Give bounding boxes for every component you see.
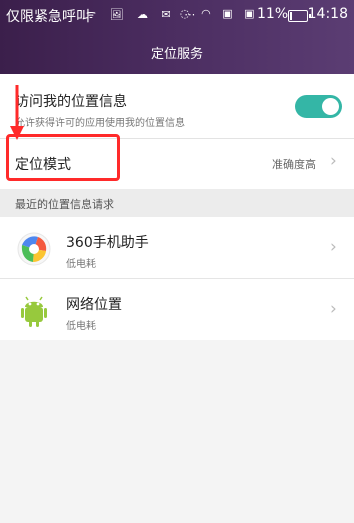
location-mode-title: 定位模式 [15, 157, 71, 173]
list-item[interactable]: 网络位置 低电耗 › [0, 279, 354, 340]
recent-requests-header-label: 最近的位置信息请求 [15, 198, 114, 211]
recent-requests-list: 360手机助手 低电耗 › 网络位置 低电耗 › [0, 217, 354, 340]
settings-content: 访问我的位置信息 允许获得许可的应用使用我的位置信息 定位模式 准确度高 › 最… [0, 74, 354, 340]
request-power-usage: 低电耗 [66, 259, 96, 270]
android-icon [16, 293, 52, 329]
list-item[interactable]: 360手机助手 低电耗 › [0, 217, 354, 279]
location-mode-row[interactable]: 定位模式 准确度高 › [0, 139, 354, 189]
access-location-row[interactable]: 访问我的位置信息 允许获得许可的应用使用我的位置信息 [0, 74, 354, 139]
location-settings-card: 访问我的位置信息 允许获得许可的应用使用我的位置信息 定位模式 准确度高 › [0, 74, 354, 189]
toggle-knob [322, 98, 339, 115]
app-header: 仅限紧急呼叫 ᯤ 🖼 ☁ ✉ ⋯ ◌ ◠ ▣ ▣ 11% 14:18 定位服务 [0, 0, 354, 74]
request-app-name: 360手机助手 [66, 235, 149, 251]
360-assistant-icon [16, 231, 52, 267]
battery-percent: 11% [257, 6, 289, 22]
battery-icon [288, 10, 311, 22]
location-access-toggle[interactable] [295, 95, 342, 118]
request-power-usage: 低电耗 [66, 321, 96, 332]
system-status-icons: ◌ ◠ ▣ ▣ [180, 7, 259, 20]
chevron-right-icon: › [330, 151, 337, 171]
carrier-label: 仅限紧急呼叫 [6, 9, 90, 25]
chevron-right-icon: › [330, 299, 337, 319]
access-location-subtitle: 允许获得许可的应用使用我的位置信息 [15, 118, 185, 129]
battery-level-fill [290, 12, 292, 20]
request-app-name: 网络位置 [66, 297, 122, 313]
status-bar: 仅限紧急呼叫 ᯤ 🖼 ☁ ✉ ⋯ ◌ ◠ ▣ ▣ 11% 14:18 [0, 0, 354, 30]
recent-requests-section-header: 最近的位置信息请求 [0, 189, 354, 217]
access-location-title: 访问我的位置信息 [15, 94, 127, 110]
page-title: 定位服务 [150, 47, 203, 62]
chevron-right-icon: › [330, 237, 337, 257]
location-mode-value: 准确度高 [272, 158, 316, 171]
status-time: 14:18 [307, 6, 348, 22]
